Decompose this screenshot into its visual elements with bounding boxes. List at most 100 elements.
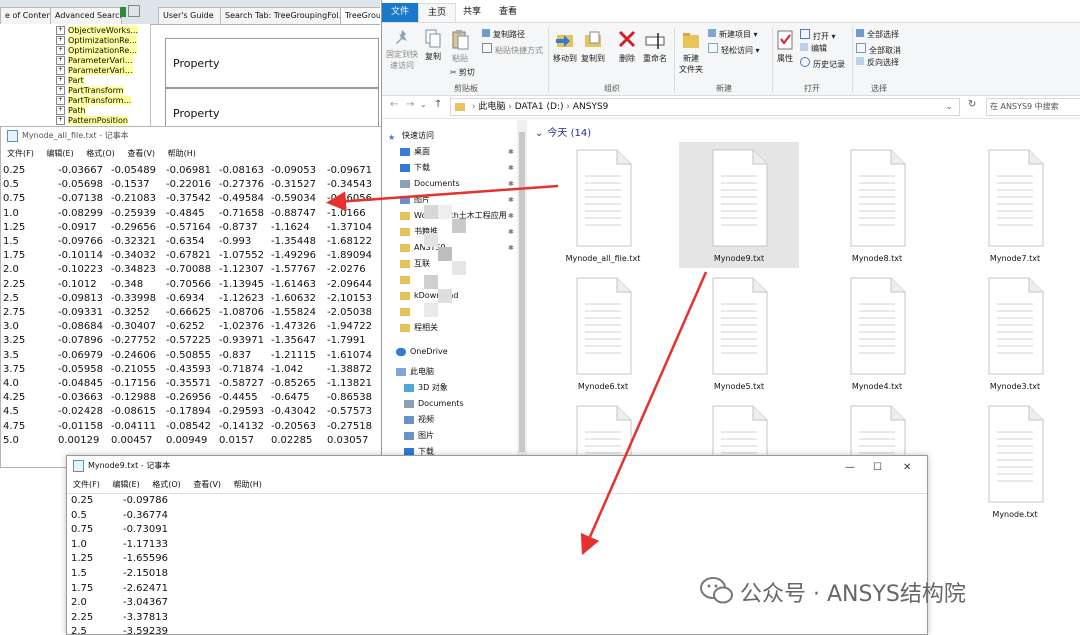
pin-icon[interactable]: ✱ (508, 148, 514, 156)
nav-quick-access[interactable]: ★ 快速访问 (388, 130, 434, 142)
tab-file[interactable]: 文件 (382, 3, 418, 22)
delete-button[interactable]: 删除 (616, 29, 638, 64)
tab-view[interactable]: 查看 (490, 3, 526, 22)
maximize-icon[interactable]: ☐ (873, 458, 882, 478)
tree-item[interactable]: + ParameterVari... (56, 56, 133, 66)
paste-shortcut-button[interactable]: 粘贴快捷方式 (482, 43, 543, 56)
file-item[interactable]: Mynode3.txt (955, 270, 1075, 396)
expand-icon[interactable]: + (56, 66, 65, 75)
nav-item[interactable]: 图片 (404, 430, 434, 442)
expand-icon[interactable]: + (56, 26, 65, 35)
expand-icon[interactable]: + (56, 96, 65, 105)
nav-item[interactable]: 3D 对象 (404, 382, 448, 394)
dropdown-chevron-icon[interactable]: ⌄ (945, 99, 953, 115)
green-icon[interactable] (120, 7, 126, 17)
menu-edit[interactable]: 编辑(E) (46, 149, 73, 158)
nav-item[interactable]: Documents (400, 178, 460, 190)
menu-view[interactable]: 查看(V) (193, 480, 221, 489)
tree-item[interactable]: + PatternPosition (56, 116, 128, 126)
tab-contents[interactable]: e of Contents (0, 7, 54, 24)
file-item[interactable]: Mynode_all_file.txt (543, 142, 663, 268)
tab-users-guide[interactable]: User's Guide✕ (158, 7, 226, 24)
tab-home[interactable]: 主页 (418, 3, 456, 23)
invert-selection-button[interactable]: 反向选择 (856, 57, 899, 68)
paste-button[interactable]: 粘贴 (448, 29, 472, 64)
menu-format[interactable]: 格式(O) (86, 149, 115, 158)
tree-item[interactable]: + Path (56, 106, 86, 116)
close-icon[interactable]: ✕ (903, 458, 911, 478)
expand-icon[interactable]: + (56, 46, 65, 55)
notepad-all-file-window[interactable]: Mynode_all_file.txt - 记事本 文件(F) 编辑(E) 格式… (0, 126, 384, 468)
copy-to-button[interactable]: 复制到 (580, 29, 606, 64)
menu-edit[interactable]: 编辑(E) (112, 480, 139, 489)
open-button[interactable]: 打开 ▾ (800, 29, 836, 42)
cut-button[interactable]: ✂ 剪切 (450, 67, 475, 78)
pin-icon[interactable]: ✱ (508, 212, 514, 220)
menu-file[interactable]: 文件(F) (7, 149, 34, 158)
file-item[interactable]: Mynode4.txt (817, 270, 937, 396)
breadcrumb-drive[interactable]: DATA1 (D:) (515, 102, 564, 112)
tab-treegroup[interactable]: TreeGroup (340, 7, 380, 24)
title-bar[interactable]: Mynode_all_file.txt - 记事本 (1, 127, 383, 145)
scroll-thumb[interactable] (519, 132, 525, 452)
print-icon[interactable] (128, 5, 140, 17)
menu-help[interactable]: 帮助(H) (234, 480, 262, 489)
tab-advanced-search[interactable]: Advanced Search (50, 7, 122, 24)
tree-item[interactable]: + OptimizationRe... (56, 46, 137, 56)
copy-path-button[interactable]: 复制路径 (482, 29, 525, 40)
nav-item[interactable] (400, 306, 414, 318)
pin-icon[interactable]: ✱ (508, 180, 514, 188)
tree-item[interactable]: + PartTransform (56, 86, 124, 96)
pin-icon[interactable]: ✱ (508, 196, 514, 204)
tree-item[interactable]: + Part (56, 76, 84, 86)
nav-item[interactable]: 视频 (404, 414, 434, 426)
expand-icon[interactable]: + (56, 116, 65, 125)
pin-icon[interactable]: ✱ (508, 164, 514, 172)
file-item[interactable]: Mynode.txt (955, 398, 1075, 524)
back-arrow-icon[interactable]: ← (390, 99, 398, 110)
new-item-button[interactable]: 新建项目 ▾ (708, 29, 758, 40)
file-item[interactable]: Mynode8.txt (817, 142, 937, 268)
address-input[interactable]: › 此电脑 › DATA1 (D:) › ANSYS9 ⌄ (450, 98, 960, 116)
up-arrow-icon[interactable]: ↑ (434, 99, 442, 110)
edit-button[interactable]: 编辑 (800, 43, 827, 54)
recent-chevron-icon[interactable]: ⌄ (420, 100, 427, 109)
group-header[interactable]: ⌄ 今天 (14) (535, 124, 591, 139)
properties-button[interactable]: 属性 (774, 29, 796, 64)
file-item[interactable]: Mynode6.txt (543, 270, 663, 396)
history-button[interactable]: 历史记录 (800, 57, 845, 70)
nav-this-pc[interactable]: 此电脑 (396, 366, 434, 378)
pin-quick-access-button[interactable]: 固定到快 速访问 (384, 29, 420, 71)
search-input[interactable]: 在 ANSYS9 中搜索 (986, 98, 1080, 116)
pin-icon[interactable]: ✱ (508, 228, 514, 236)
menu-view[interactable]: 查看(V) (127, 149, 155, 158)
move-to-button[interactable]: 移动到 (552, 29, 578, 64)
file-item[interactable]: Mynode9.txt (679, 142, 799, 268)
minimize-icon[interactable]: — (845, 458, 855, 478)
select-none-button[interactable]: 全部取消 (856, 43, 901, 56)
expand-icon[interactable]: + (56, 76, 65, 85)
title-bar[interactable]: Mynode9.txt - 记事本 — ☐ ✕ (67, 456, 927, 476)
expand-icon[interactable]: + (56, 86, 65, 95)
file-item[interactable]: Mynode5.txt (679, 270, 799, 396)
menu-format[interactable]: 格式(O) (152, 480, 181, 489)
expand-icon[interactable]: + (56, 36, 65, 45)
copy-button[interactable]: 复制 (422, 29, 444, 62)
nav-item[interactable]: 桌面 (400, 146, 430, 158)
refresh-icon[interactable]: ↻ (968, 99, 976, 110)
nav-item[interactable]: 下载 (400, 162, 430, 174)
easy-access-button[interactable]: 轻松访问 ▾ (708, 43, 760, 56)
select-all-button[interactable]: 全部选择 (856, 29, 899, 40)
tree-item[interactable]: + PartTransform... (56, 96, 132, 106)
pin-icon[interactable]: ✱ (508, 244, 514, 252)
menu-file[interactable]: 文件(F) (73, 480, 100, 489)
tree-item[interactable]: + ObjectiveWorks... (56, 26, 138, 36)
new-folder-button[interactable]: 新建 文件夹 (678, 29, 704, 75)
toolbar-icons[interactable] (120, 2, 150, 17)
expand-icon[interactable]: + (56, 56, 65, 65)
breadcrumb-folder[interactable]: ANSYS9 (573, 102, 609, 112)
expand-icon[interactable]: + (56, 106, 65, 115)
tree-item[interactable]: + OptimizationRe... (56, 36, 137, 46)
file-item[interactable]: Mynode7.txt (955, 142, 1075, 268)
tab-search[interactable]: Search Tab: TreeGroupingFol...✕ (220, 7, 344, 24)
